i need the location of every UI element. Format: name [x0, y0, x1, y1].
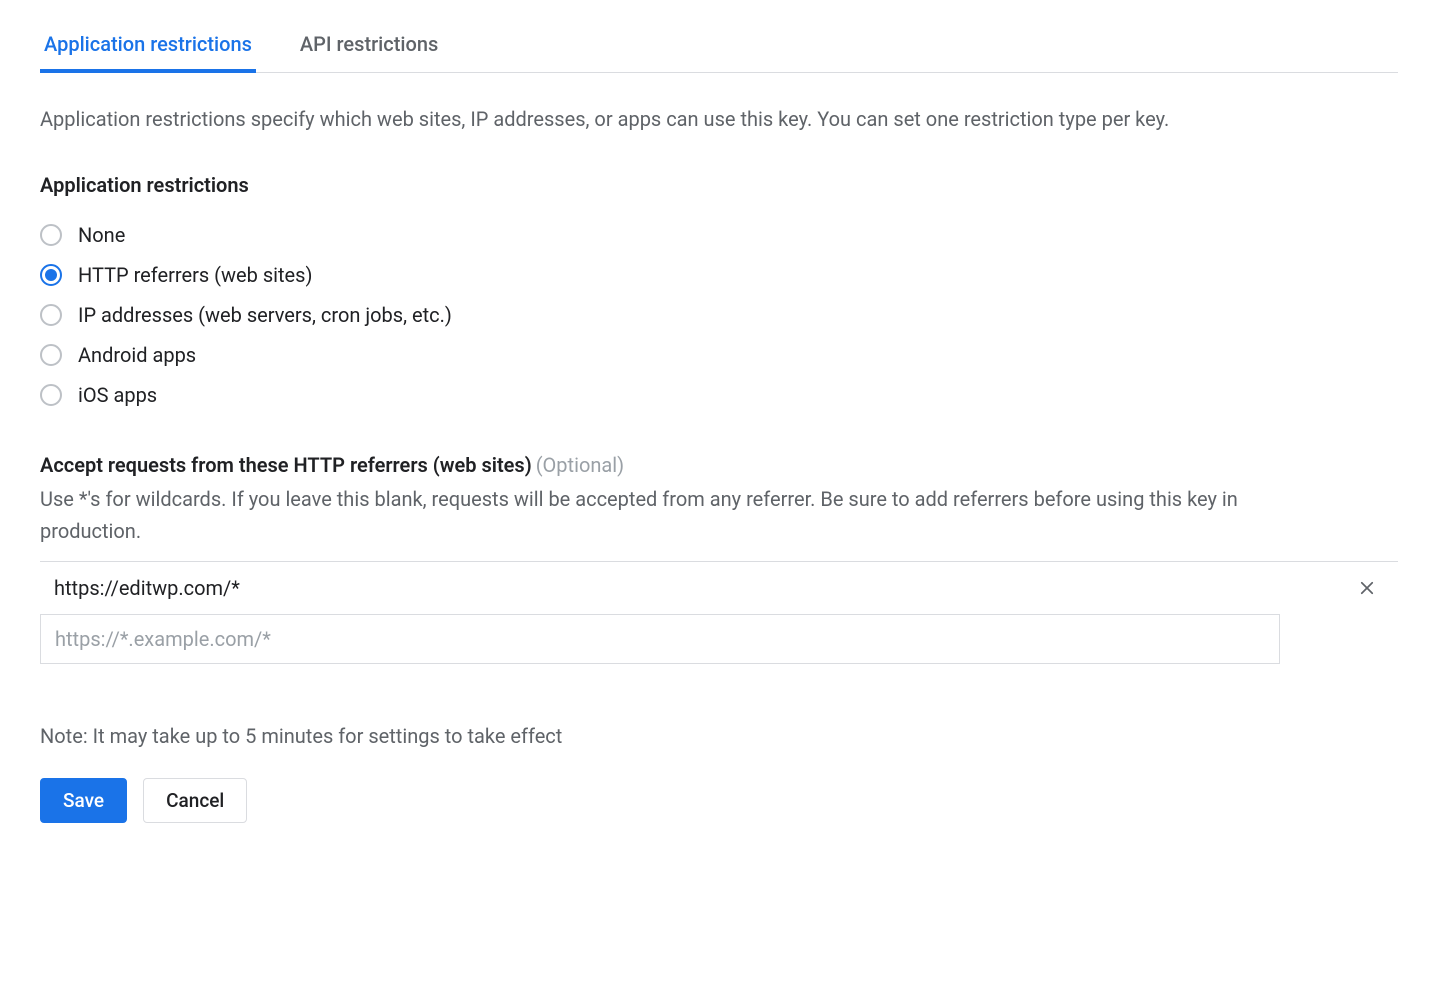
radio-option-http-referrers[interactable]: HTTP referrers (web sites)	[40, 255, 1398, 295]
add-referrer-input[interactable]	[40, 614, 1280, 664]
restrictions-radio-group: None HTTP referrers (web sites) IP addre…	[40, 215, 1398, 415]
radio-label: iOS apps	[78, 383, 157, 407]
radio-icon	[40, 344, 62, 366]
save-button[interactable]: Save	[40, 778, 127, 823]
radio-icon	[40, 304, 62, 326]
radio-option-android-apps[interactable]: Android apps	[40, 335, 1398, 375]
tab-bar: Application restrictions API restriction…	[40, 20, 1398, 73]
referrers-section: Accept requests from these HTTP referrer…	[40, 453, 1398, 664]
tab-api-restrictions[interactable]: API restrictions	[296, 20, 442, 72]
radio-label: HTTP referrers (web sites)	[78, 263, 312, 287]
radio-icon	[40, 224, 62, 246]
radio-label: IP addresses (web servers, cron jobs, et…	[78, 303, 452, 327]
tab-application-restrictions[interactable]: Application restrictions	[40, 20, 256, 72]
referrers-help-text: Use *'s for wildcards. If you leave this…	[40, 483, 1280, 547]
referrers-optional-label: (Optional)	[536, 453, 624, 477]
referrer-value: https://editwp.com/*	[54, 576, 1356, 600]
referrer-entry: https://editwp.com/*	[40, 562, 1398, 614]
referrers-heading: Accept requests from these HTTP referrer…	[40, 453, 532, 477]
remove-referrer-icon[interactable]	[1356, 577, 1378, 599]
radio-label: None	[78, 223, 125, 247]
radio-icon	[40, 384, 62, 406]
radio-option-none[interactable]: None	[40, 215, 1398, 255]
application-restrictions-heading: Application restrictions	[40, 173, 1398, 197]
settings-delay-note: Note: It may take up to 5 minutes for se…	[40, 724, 1398, 748]
referrer-list: https://editwp.com/*	[40, 561, 1398, 664]
radio-icon	[40, 264, 62, 286]
action-buttons: Save Cancel	[40, 778, 1398, 823]
radio-label: Android apps	[78, 343, 196, 367]
cancel-button[interactable]: Cancel	[143, 778, 247, 823]
radio-option-ip-addresses[interactable]: IP addresses (web servers, cron jobs, et…	[40, 295, 1398, 335]
radio-option-ios-apps[interactable]: iOS apps	[40, 375, 1398, 415]
restrictions-description: Application restrictions specify which w…	[40, 103, 1220, 135]
